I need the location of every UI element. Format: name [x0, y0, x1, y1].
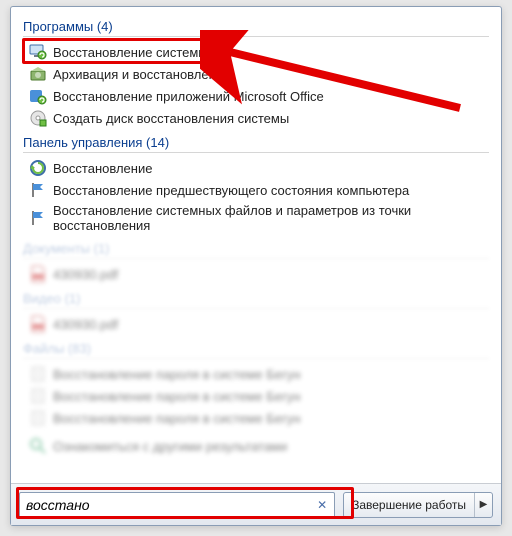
section-header-video: Видео (1) — [23, 285, 489, 309]
result-label: Восстановление системных файлов и параме… — [53, 203, 489, 233]
search-icon — [29, 437, 47, 455]
result-label: Восстановление пароля в системе Бегун — [53, 367, 301, 382]
flag-icon — [29, 209, 47, 227]
result-label: Восстановление пароля в системе Бегун — [53, 411, 301, 426]
result-system-restore[interactable]: Восстановление системы — [23, 41, 489, 63]
result-label: Восстановление пароля в системе Бегун — [53, 389, 301, 404]
search-input[interactable] — [19, 492, 335, 518]
shutdown-options-arrow-icon[interactable]: ▶ — [474, 493, 492, 517]
result-create-restore-disk[interactable]: Создать диск восстановления системы — [23, 107, 489, 129]
section-header-files: Файлы (83) — [23, 335, 489, 359]
clear-search-icon[interactable]: ✕ — [315, 498, 329, 512]
more-results-label: Ознакомиться с другими результатами — [53, 439, 287, 454]
result-label: 430930.pdf — [53, 267, 118, 282]
flag-icon — [29, 181, 47, 199]
search-wrap: ✕ — [19, 492, 335, 518]
result-restore-point[interactable]: Восстановление системных файлов и параме… — [23, 201, 489, 235]
blurred-sections: Документы (1) 430930.pdf Видео (1) 43093… — [23, 235, 489, 457]
file-icon — [29, 409, 47, 427]
result-label: Создать диск восстановления системы — [53, 111, 289, 126]
results-area: Программы (4) Восстановление системы Арх… — [11, 7, 501, 483]
result-file[interactable]: Восстановление пароля в системе Бегун — [23, 407, 489, 429]
result-file[interactable]: Восстановление пароля в системе Бегун — [23, 363, 489, 385]
start-menu-search-panel: Программы (4) Восстановление системы Арх… — [10, 6, 502, 526]
result-recovery[interactable]: Восстановление — [23, 157, 489, 179]
monitor-restore-icon — [29, 43, 47, 61]
disc-icon — [29, 109, 47, 127]
result-video[interactable]: 430930.pdf — [23, 313, 489, 335]
shutdown-button[interactable]: Завершение работы ▶ — [343, 492, 493, 518]
result-label: Восстановление системы — [53, 45, 208, 60]
file-icon — [29, 365, 47, 383]
shutdown-label: Завершение работы — [344, 493, 474, 517]
backup-icon — [29, 65, 47, 83]
more-results-link[interactable]: Ознакомиться с другими результатами — [23, 435, 489, 457]
section-header-control-panel: Панель управления (14) — [23, 129, 489, 153]
result-file[interactable]: Восстановление пароля в системе Бегун — [23, 385, 489, 407]
result-prev-state[interactable]: Восстановление предшествующего состояния… — [23, 179, 489, 201]
result-label: Восстановление предшествующего состояния… — [53, 183, 409, 198]
footer-bar: ✕ Завершение работы ▶ — [11, 483, 501, 525]
file-icon — [29, 387, 47, 405]
pdf-icon — [29, 265, 47, 283]
section-header-programs: Программы (4) — [23, 13, 489, 37]
pdf-icon — [29, 315, 47, 333]
result-label: Восстановление — [53, 161, 152, 176]
result-label: 430930.pdf — [53, 317, 118, 332]
office-restore-icon — [29, 87, 47, 105]
section-header-documents: Документы (1) — [23, 235, 489, 259]
result-doc[interactable]: 430930.pdf — [23, 263, 489, 285]
result-label: Восстановление приложений Microsoft Offi… — [53, 89, 324, 104]
result-office-restore[interactable]: Восстановление приложений Microsoft Offi… — [23, 85, 489, 107]
recovery-icon — [29, 159, 47, 177]
result-backup-restore[interactable]: Архивация и восстановление — [23, 63, 489, 85]
result-label: Архивация и восстановление — [53, 67, 230, 82]
